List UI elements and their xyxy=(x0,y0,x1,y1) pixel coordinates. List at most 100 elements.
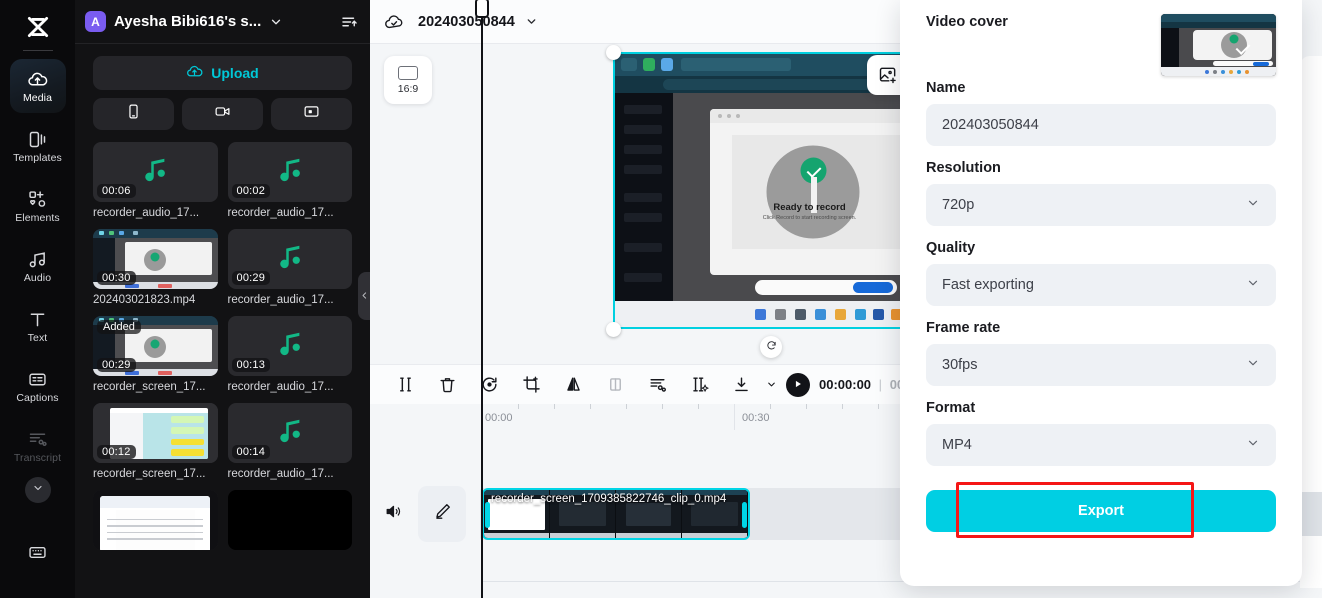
speaker-icon[interactable] xyxy=(384,502,403,526)
format-label: Format xyxy=(926,400,976,416)
clip-trim-handle-left[interactable] xyxy=(485,502,490,528)
playhead[interactable] xyxy=(475,0,489,598)
record-camera-button[interactable] xyxy=(182,98,263,130)
upload-button[interactable]: Upload xyxy=(93,56,352,90)
media-item[interactable] xyxy=(227,490,352,550)
aspect-ratio-label: 16:9 xyxy=(397,82,419,95)
reset-button[interactable] xyxy=(468,370,510,400)
media-item[interactable]: 00:02 recorder_audio_17... xyxy=(227,142,352,219)
media-thumbnail: Added 00:29 xyxy=(93,316,218,376)
split-clip-button[interactable] xyxy=(678,370,720,400)
cloud-upload-icon xyxy=(27,68,48,90)
sidebar-item-elements[interactable]: Elements xyxy=(10,179,66,233)
crop-button[interactable] xyxy=(510,370,552,400)
clip-trim-handle-right[interactable] xyxy=(742,502,747,528)
resolution-select[interactable]: 720p xyxy=(926,184,1276,226)
split-button[interactable] xyxy=(384,370,426,400)
sidebar-item-captions[interactable]: Captions xyxy=(10,359,66,413)
video-cover-row: Video cover xyxy=(926,14,1276,76)
replace-media-button[interactable] xyxy=(878,65,898,85)
screen-icon xyxy=(303,103,320,125)
media-item-name: recorder_audio_17... xyxy=(227,468,334,480)
capcut-logo-icon[interactable] xyxy=(15,10,61,44)
sidebar-item-label: Text xyxy=(27,332,48,344)
video-preview-frame[interactable]: Ready to record Click Record to start re… xyxy=(613,52,905,329)
sidebar-item-templates[interactable]: Templates xyxy=(10,119,66,173)
format-field-group: Format MP4 xyxy=(926,400,1276,466)
media-item[interactable]: 00:06 recorder_audio_17... xyxy=(93,142,218,219)
avatar: A xyxy=(85,11,106,32)
pencil-icon xyxy=(433,502,452,526)
text-t-icon xyxy=(27,308,48,330)
media-thumbnail: 00:13 xyxy=(227,316,352,376)
edit-clip-button[interactable] xyxy=(418,486,466,542)
chevron-down-icon[interactable] xyxy=(762,370,780,400)
chevron-down-icon[interactable] xyxy=(269,15,283,29)
media-duration: 00:14 xyxy=(231,445,271,459)
music-note-icon xyxy=(275,416,305,451)
timecode-display: 00:00:00 | 00 xyxy=(819,377,904,392)
rail-divider xyxy=(22,50,53,51)
sidebar-item-label: Audio xyxy=(23,272,52,284)
sort-ascending-icon[interactable] xyxy=(340,13,358,31)
from-device-button[interactable] xyxy=(93,98,174,130)
collapse-media-panel-button[interactable] xyxy=(358,272,370,320)
media-item[interactable]: 00:12 recorder_screen_17... xyxy=(93,403,218,480)
sidebar-item-label: Templates xyxy=(13,152,62,164)
chevron-down-icon xyxy=(1246,276,1260,294)
resize-handle-top-left[interactable] xyxy=(606,45,621,60)
mirror-button[interactable] xyxy=(552,370,594,400)
download-button[interactable] xyxy=(720,370,762,400)
media-panel: A Ayesha Bibi616's s... Upload 00:06 rec… xyxy=(75,0,370,598)
media-item[interactable]: 00:13 recorder_audio_17... xyxy=(227,316,352,393)
sidebar-item-audio[interactable]: Audio xyxy=(10,239,66,293)
name-field-group: Name 202403050844 xyxy=(926,80,1276,146)
sidebar-item-text[interactable]: Text xyxy=(10,299,66,353)
format-select[interactable]: MP4 xyxy=(926,424,1276,466)
frame-rate-select[interactable]: 30fps xyxy=(926,344,1276,386)
chevron-down-icon[interactable] xyxy=(525,15,538,28)
resolution-field-group: Resolution 720p xyxy=(926,160,1276,226)
music-note-icon xyxy=(275,329,305,364)
media-thumbnail: 00:14 xyxy=(227,403,352,463)
media-item[interactable]: 00:30 202403021823.mp4 xyxy=(93,229,218,306)
ruler-label: 00:00 xyxy=(485,412,513,424)
timeline-clip[interactable]: recorder_screen_1709385822746_clip_0.mp4 xyxy=(482,488,750,540)
freeze-button[interactable] xyxy=(594,370,636,400)
media-item-name: recorder_audio_17... xyxy=(227,294,334,306)
sidebar-item-transcript[interactable]: Transcript xyxy=(10,419,66,473)
sidebar-item-media[interactable]: Media xyxy=(9,59,66,113)
media-duration: 00:29 xyxy=(97,358,136,372)
media-item-name: recorder_screen_17... xyxy=(93,468,206,480)
media-item[interactable] xyxy=(93,490,218,550)
resize-handle-bottom-left[interactable] xyxy=(606,322,621,337)
project-space-title: Ayesha Bibi616's s... xyxy=(114,13,262,30)
quality-select[interactable]: Fast exporting xyxy=(926,264,1276,306)
rotate-handle[interactable] xyxy=(760,336,782,358)
name-input[interactable]: 202403050844 xyxy=(926,104,1276,146)
aspect-ratio-button[interactable]: 16:9 xyxy=(384,56,432,104)
play-button[interactable] xyxy=(786,372,810,397)
media-item[interactable]: 00:29 recorder_audio_17... xyxy=(227,229,352,306)
expand-more-button[interactable] xyxy=(24,477,51,503)
chevron-down-icon xyxy=(1246,196,1260,214)
background-card xyxy=(1300,56,1322,516)
sidebar-item-keyboard[interactable] xyxy=(10,525,66,579)
media-item[interactable]: 00:14 recorder_audio_17... xyxy=(227,403,352,480)
current-time: 00:00:00 xyxy=(819,377,872,392)
media-duration: 00:12 xyxy=(97,445,136,459)
chevron-left-icon xyxy=(360,287,369,305)
export-button-area: Export xyxy=(926,482,1276,538)
media-source-buttons xyxy=(93,98,352,130)
document-recording-preview xyxy=(93,490,218,550)
media-duration: 00:02 xyxy=(231,184,271,198)
upload-button-label: Upload xyxy=(211,65,259,81)
playhead-knob[interactable] xyxy=(475,0,489,18)
record-screen-button[interactable] xyxy=(271,98,352,130)
media-thumbnail: 00:29 xyxy=(227,229,352,289)
media-item[interactable]: Added 00:29 recorder_screen_17... xyxy=(93,316,218,393)
video-cover-thumbnail[interactable] xyxy=(1161,14,1276,76)
export-button[interactable]: Export xyxy=(926,490,1276,532)
delete-button[interactable] xyxy=(426,370,468,400)
cut-button[interactable] xyxy=(636,370,678,400)
